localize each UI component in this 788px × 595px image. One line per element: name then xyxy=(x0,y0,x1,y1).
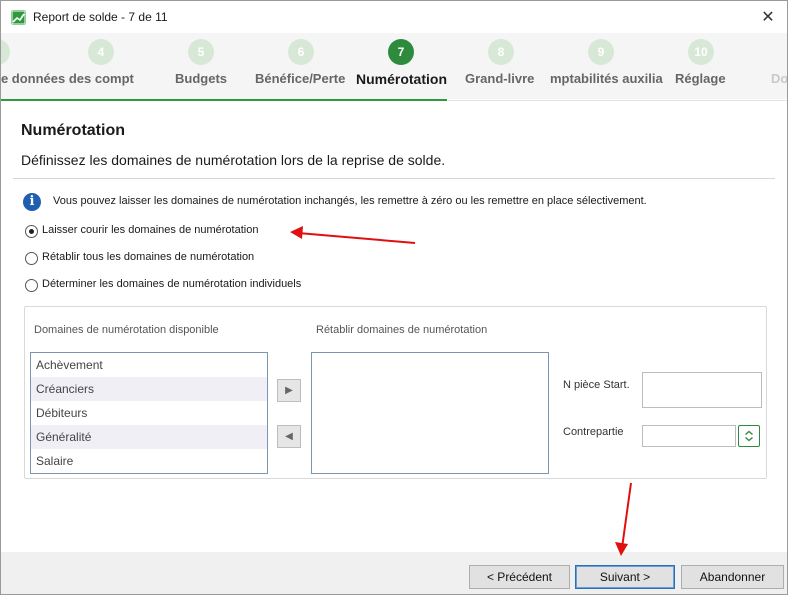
window-title: Report de solde - 7 de 11 xyxy=(33,10,168,24)
reset-domains-list[interactable] xyxy=(311,352,549,474)
app-chart-icon xyxy=(11,10,26,25)
step-circle-4[interactable]: 4 xyxy=(88,39,114,65)
info-icon: i xyxy=(23,193,41,211)
page-title: Numérotation xyxy=(21,122,125,139)
list-item[interactable]: Créanciers xyxy=(31,377,267,401)
content-divider xyxy=(13,178,775,179)
start-number-input[interactable] xyxy=(642,372,762,408)
step-label-7[interactable]: Numérotation xyxy=(356,71,447,87)
step-circle-9[interactable]: 9 xyxy=(588,39,614,65)
radio-individual[interactable] xyxy=(25,279,38,292)
available-domains-label: Domaines de numérotation disponible xyxy=(34,324,219,336)
step-label-11[interactable]: Do xyxy=(771,71,787,86)
step-label-8[interactable]: Grand-livre xyxy=(465,71,534,86)
updown-chevron-icon xyxy=(745,430,753,442)
list-item[interactable]: Généralité xyxy=(31,425,267,449)
move-left-button[interactable]: ◀ xyxy=(277,425,301,448)
active-step-progress xyxy=(1,99,447,101)
step-circle-7[interactable]: 7 xyxy=(388,39,414,65)
cancel-button[interactable]: Abandonner xyxy=(681,565,784,589)
contra-label: Contrepartie xyxy=(563,426,624,438)
title-bar: Report de solde - 7 de 11 ✕ xyxy=(1,1,787,33)
step-label-5[interactable]: Budgets xyxy=(175,71,227,86)
close-icon[interactable]: ✕ xyxy=(757,7,779,27)
contra-stepper[interactable] xyxy=(738,425,760,447)
page-subtitle: Définissez les domaines de numérotation … xyxy=(21,152,446,168)
radio-reset-all[interactable] xyxy=(25,252,38,265)
step-circle-6[interactable]: 6 xyxy=(288,39,314,65)
list-item[interactable]: Salaire xyxy=(31,449,267,473)
option-individual-label[interactable]: Déterminer les domaines de numérotation … xyxy=(42,278,301,290)
wizard-steps: 4 de données des compt 5 Budgets 6 Bénéf… xyxy=(1,33,787,99)
radio-keep-running[interactable] xyxy=(25,225,38,238)
option-keep-running-label[interactable]: Laisser courir les domaines de numérotat… xyxy=(42,224,258,236)
list-item[interactable]: Achèvement xyxy=(31,353,267,377)
option-reset-all-label[interactable]: Rétablir tous les domaines de numérotati… xyxy=(42,251,254,263)
start-number-label: N pièce Start. xyxy=(563,379,630,391)
contra-input[interactable] xyxy=(642,425,736,447)
step-circle-10[interactable]: 10 xyxy=(688,39,714,65)
step-label-6[interactable]: Bénéfice/Perte xyxy=(255,71,345,86)
step-label-10[interactable]: Réglage xyxy=(675,71,726,86)
reset-domains-label: Rétablir domaines de numérotation xyxy=(316,324,488,336)
next-button[interactable]: Suivant > xyxy=(575,565,675,589)
step-label-4[interactable]: de données des compt xyxy=(1,71,134,86)
step-circle-3 xyxy=(1,39,10,65)
step-circle-5[interactable]: 5 xyxy=(188,39,214,65)
numbering-domains-panel: Domaines de numérotation disponible Réta… xyxy=(24,306,767,479)
previous-button[interactable]: < Précédent xyxy=(469,565,570,589)
move-right-button[interactable]: ▶ xyxy=(277,379,301,402)
info-text: Vous pouvez laisser les domaines de numé… xyxy=(53,195,647,207)
list-item[interactable]: Débiteurs xyxy=(31,401,267,425)
steps-divider xyxy=(447,100,787,101)
step-label-9[interactable]: mptabilités auxilia xyxy=(550,71,663,86)
wizard-window: Report de solde - 7 de 11 ✕ 4 de données… xyxy=(0,0,788,595)
step-circle-8[interactable]: 8 xyxy=(488,39,514,65)
available-domains-list[interactable]: Achèvement Créanciers Débiteurs Générali… xyxy=(30,352,268,474)
